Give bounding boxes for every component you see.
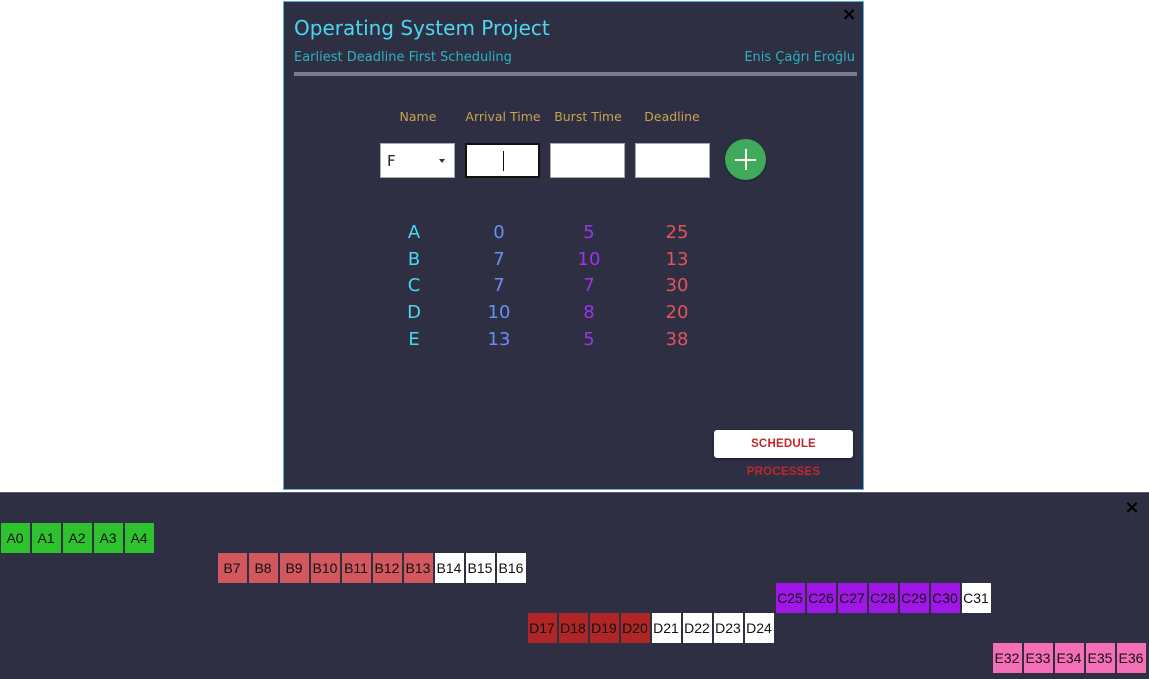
gantt-cell: E36 (1116, 643, 1147, 673)
process-name: E (408, 329, 420, 350)
gantt-cell: C27 (837, 583, 868, 613)
gantt-cell: D19 (589, 613, 620, 643)
process-name: A (407, 222, 421, 243)
gantt-cell: A1 (31, 523, 62, 553)
gantt-cell: D23 (713, 613, 744, 643)
process-deadline: 30 (665, 275, 689, 296)
process-deadline: 38 (665, 329, 689, 350)
add-process-button[interactable] (725, 139, 766, 180)
name-header: Name (399, 109, 437, 124)
gantt-cell: C29 (899, 583, 930, 613)
process-row: B 7 10 13 (284, 249, 764, 276)
dialog-title: Operating System Project (294, 16, 550, 40)
process-deadline: 25 (665, 222, 689, 243)
arrival-time-input[interactable] (465, 143, 540, 178)
gantt-cell: D18 (558, 613, 589, 643)
gantt-cell: E35 (1085, 643, 1116, 673)
gantt-cell: B10 (310, 553, 341, 583)
process-arrival: 10 (487, 302, 511, 323)
process-deadline: 13 (665, 249, 689, 270)
gantt-cell: E34 (1054, 643, 1085, 673)
gantt-cell: C26 (806, 583, 837, 613)
process-burst: 5 (583, 222, 595, 243)
gantt-cell: B7 (217, 553, 248, 583)
process-burst: 10 (577, 249, 601, 270)
divider (294, 72, 857, 76)
gantt-cell: E32 (992, 643, 1023, 673)
process-burst: 7 (583, 275, 595, 296)
gantt-cell: B14 (434, 553, 465, 583)
process-arrival: 7 (493, 275, 505, 296)
gantt-cell: A3 (93, 523, 124, 553)
gantt-cell: C28 (868, 583, 899, 613)
gantt-cell: B15 (465, 553, 496, 583)
gantt-cell: C25 (775, 583, 806, 613)
burst-time-header: Burst Time (554, 109, 622, 124)
burst-time-input[interactable] (550, 143, 625, 178)
text-cursor (503, 151, 504, 171)
gantt-cell: B16 (496, 553, 527, 583)
schedule-processes-button[interactable]: SCHEDULE PROCESSES (714, 430, 853, 478)
gantt-cell: D22 (682, 613, 713, 643)
process-row: D 10 8 20 (284, 302, 764, 329)
process-deadline: 20 (665, 302, 689, 323)
process-name-value: F (387, 152, 396, 170)
process-row: E 13 5 38 (284, 329, 764, 356)
author-name: Enis Çağrı Eroğlu (744, 50, 855, 65)
dialog-close-icon[interactable]: × (841, 6, 857, 24)
process-burst: 5 (583, 329, 595, 350)
gantt-cell: A4 (124, 523, 155, 553)
gantt-cell: B11 (341, 553, 372, 583)
process-name-select[interactable]: F (380, 143, 455, 178)
deadline-input[interactable] (635, 143, 710, 178)
gantt-cell: D17 (527, 613, 558, 643)
process-burst: 8 (583, 302, 595, 323)
process-name: C (407, 275, 421, 296)
gantt-cell: A2 (62, 523, 93, 553)
gantt-cell: C30 (930, 583, 961, 613)
gantt-close-icon[interactable]: × (1124, 499, 1140, 517)
process-arrival: 0 (493, 222, 505, 243)
gantt-cell: C31 (961, 583, 992, 613)
gantt-cell: B9 (279, 553, 310, 583)
gantt-cell: E33 (1023, 643, 1054, 673)
deadline-header: Deadline (644, 109, 700, 124)
process-input-dialog: × Operating System Project Earliest Dead… (283, 1, 864, 490)
process-name: D (407, 302, 421, 323)
gantt-cell: D21 (651, 613, 682, 643)
gantt-cell: B12 (372, 553, 403, 583)
gantt-cell: B13 (403, 553, 434, 583)
process-name: B (407, 249, 421, 270)
gantt-cell: A0 (0, 523, 31, 553)
process-row: A 0 5 25 (284, 222, 764, 249)
gantt-cell: D24 (744, 613, 775, 643)
dialog-subtitle: Earliest Deadline First Scheduling (294, 50, 512, 65)
gantt-cell: B8 (248, 553, 279, 583)
process-arrival: 7 (493, 249, 505, 270)
dropdown-caret-icon (439, 159, 445, 163)
gantt-cell: D20 (620, 613, 651, 643)
process-arrival: 13 (487, 329, 511, 350)
arrival-time-header: Arrival Time (465, 109, 541, 124)
gantt-chart-window: × A0 A1 A2 A3 A4 B7 B8 B9 B10 B11 B12 B13 B14 B15 B16… (0, 492, 1149, 679)
process-row: C 7 7 30 (284, 275, 764, 302)
